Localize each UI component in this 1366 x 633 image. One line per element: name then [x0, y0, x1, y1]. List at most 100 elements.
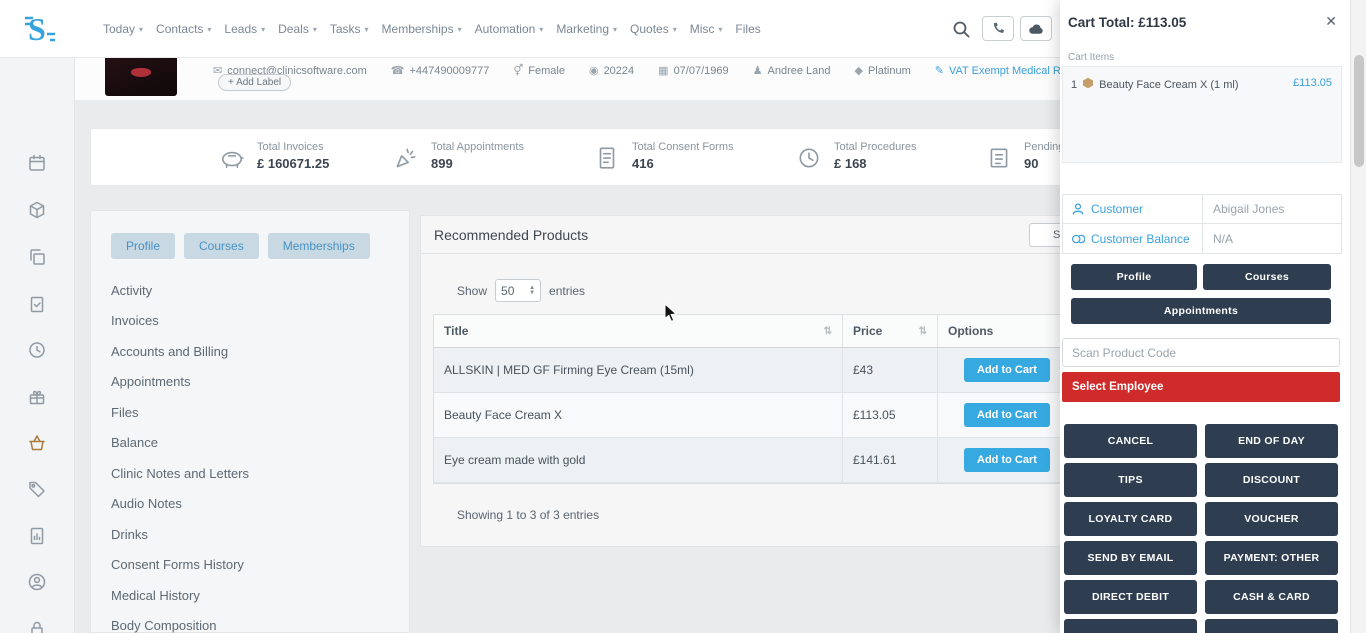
report-icon[interactable] [26, 525, 48, 547]
customer-label-cell[interactable]: Customer [1063, 195, 1203, 223]
client-menu: Activity Invoices Accounts and Billing A… [111, 275, 389, 633]
cancel-button[interactable]: CANCEL [1064, 424, 1197, 458]
balance-label-cell[interactable]: Customer Balance [1063, 224, 1203, 253]
stat-label: Total Appointments [431, 141, 524, 153]
person-icon: ♟ [753, 64, 763, 77]
loyalty-card-button[interactable]: LOYALTY CARD [1064, 502, 1197, 536]
customer-info: Customer Abigail Jones Customer Balance … [1062, 194, 1342, 254]
voucher-button[interactable]: VOUCHER [1205, 502, 1338, 536]
send-by-email-button[interactable]: SEND BY EMAIL [1064, 541, 1197, 575]
menu-item-files[interactable]: Files [111, 397, 389, 428]
nav-automation[interactable]: Automation▾ [475, 22, 544, 36]
menu-item-consent-forms-history[interactable]: Consent Forms History [111, 550, 389, 581]
chevron-down-icon: ▾ [718, 25, 722, 34]
stat-value: £ 168 [834, 156, 867, 171]
stat-label: Total Consent Forms [632, 141, 733, 153]
menu-item-appointments[interactable]: Appointments [111, 367, 389, 398]
tab-courses[interactable]: Courses [184, 233, 259, 259]
scrollbar-thumb[interactable] [1354, 55, 1364, 167]
client-gender: ⚥Female [513, 64, 565, 77]
tag-icon[interactable] [26, 478, 48, 500]
menu-item-accounts-billing[interactable]: Accounts and Billing [111, 336, 389, 367]
list-icon [986, 145, 1012, 176]
phone-button[interactable] [982, 16, 1014, 41]
end-of-day-button[interactable]: END OF DAY [1205, 424, 1338, 458]
menu-item-body-composition[interactable]: Body Composition [111, 611, 389, 633]
softphone-button[interactable] [1020, 16, 1052, 41]
select-employee-button[interactable]: Select Employee [1062, 372, 1340, 402]
cart-profile-button[interactable]: Profile [1071, 264, 1197, 290]
cart-action-button[interactable] [1205, 619, 1338, 633]
page-scrollbar[interactable] [1350, 0, 1366, 633]
client-dob: ▦07/07/1969 [658, 64, 728, 77]
menu-item-invoices[interactable]: Invoices [111, 306, 389, 337]
menu-item-activity[interactable]: Activity [111, 275, 389, 306]
product-title: Beauty Face Cream X [434, 393, 842, 437]
nav-quotes[interactable]: Quotes▾ [630, 22, 677, 36]
menu-item-medical-history[interactable]: Medical History [111, 580, 389, 611]
nav-files[interactable]: Files [735, 22, 760, 36]
column-header-title[interactable]: Title⇅ [434, 315, 842, 347]
menu-item-audio-notes[interactable]: Audio Notes [111, 489, 389, 520]
menu-item-balance[interactable]: Balance [111, 428, 389, 459]
scan-product-input[interactable] [1062, 338, 1340, 367]
clock-icon [796, 145, 822, 176]
cart-items-label: Cart Items [1068, 52, 1114, 63]
clinicsoftware-logo[interactable]: S [20, 8, 60, 50]
add-to-cart-button[interactable]: Add to Cart [964, 448, 1050, 472]
gift-icon[interactable] [26, 386, 48, 408]
nav-leads[interactable]: Leads▾ [224, 22, 265, 36]
copy-icon[interactable] [26, 246, 48, 268]
stat-label: Pending [1024, 141, 1064, 153]
gender-icon: ⚥ [513, 64, 523, 77]
vat-exempt-link[interactable]: ✎VAT Exempt Medical R [935, 64, 1061, 77]
add-label-button[interactable]: + Add Label [218, 74, 291, 91]
item-name: Beauty Face Cream X (1 ml) [1099, 79, 1238, 91]
page-size-select[interactable]: 50 ▲▼ [495, 279, 541, 302]
nav-marketing[interactable]: Marketing▾ [556, 22, 617, 36]
add-to-cart-button[interactable]: Add to Cart [964, 358, 1050, 382]
cash-and-card-button[interactable]: CASH & CARD [1205, 580, 1338, 614]
svg-text:S: S [28, 11, 46, 47]
tab-memberships[interactable]: Memberships [268, 233, 370, 259]
show-label: Show [457, 284, 487, 298]
discount-button[interactable]: DISCOUNT [1205, 463, 1338, 497]
menu-item-drinks[interactable]: Drinks [111, 519, 389, 550]
cart-icon[interactable] [26, 432, 48, 454]
celebration-icon [393, 145, 419, 176]
nav-tasks[interactable]: Tasks▾ [330, 22, 369, 36]
phone-icon: ☎ [391, 64, 405, 77]
package-icon[interactable] [26, 199, 48, 221]
nav-deals[interactable]: Deals▾ [278, 22, 317, 36]
tab-profile[interactable]: Profile [111, 233, 175, 259]
package-icon [1082, 77, 1094, 92]
user-account-icon[interactable] [26, 571, 48, 593]
client-tabs: Profile Courses Memberships [111, 233, 389, 259]
payment-other-button[interactable]: PAYMENT: OTHER [1205, 541, 1338, 575]
tips-button[interactable]: TIPS [1064, 463, 1197, 497]
nav-contacts[interactable]: Contacts▾ [156, 22, 211, 36]
table-info: Showing 1 to 3 of 3 entries [457, 508, 599, 522]
add-to-cart-button[interactable]: Add to Cart [964, 403, 1050, 427]
nav-today[interactable]: Today▾ [103, 22, 143, 36]
item-price: £113.05 [1293, 77, 1332, 89]
stat-label: Total Procedures [834, 141, 917, 153]
column-header-price[interactable]: Price⇅ [842, 315, 937, 347]
lock-icon[interactable] [26, 618, 48, 633]
cart-courses-button[interactable]: Courses [1203, 264, 1331, 290]
clipboard-check-icon[interactable] [26, 293, 48, 315]
nav-memberships[interactable]: Memberships▾ [382, 22, 462, 36]
history-icon[interactable] [26, 339, 48, 361]
calendar-icon: ▦ [658, 64, 668, 77]
cart-appointments-button[interactable]: Appointments [1071, 298, 1331, 324]
client-address: ♟Andree Land [753, 64, 831, 77]
nav-misc[interactable]: Misc▾ [690, 22, 723, 36]
menu-item-clinic-notes[interactable]: Clinic Notes and Letters [111, 458, 389, 489]
client-menu-card: Profile Courses Memberships Activity Inv… [90, 210, 410, 633]
search-icon[interactable] [952, 20, 970, 43]
direct-debit-button[interactable]: DIRECT DEBIT [1064, 580, 1197, 614]
chevron-down-icon: ▾ [539, 25, 543, 34]
calendar-icon[interactable] [26, 152, 48, 174]
cart-action-button[interactable] [1064, 619, 1197, 633]
close-icon[interactable]: ✕ [1325, 13, 1337, 30]
